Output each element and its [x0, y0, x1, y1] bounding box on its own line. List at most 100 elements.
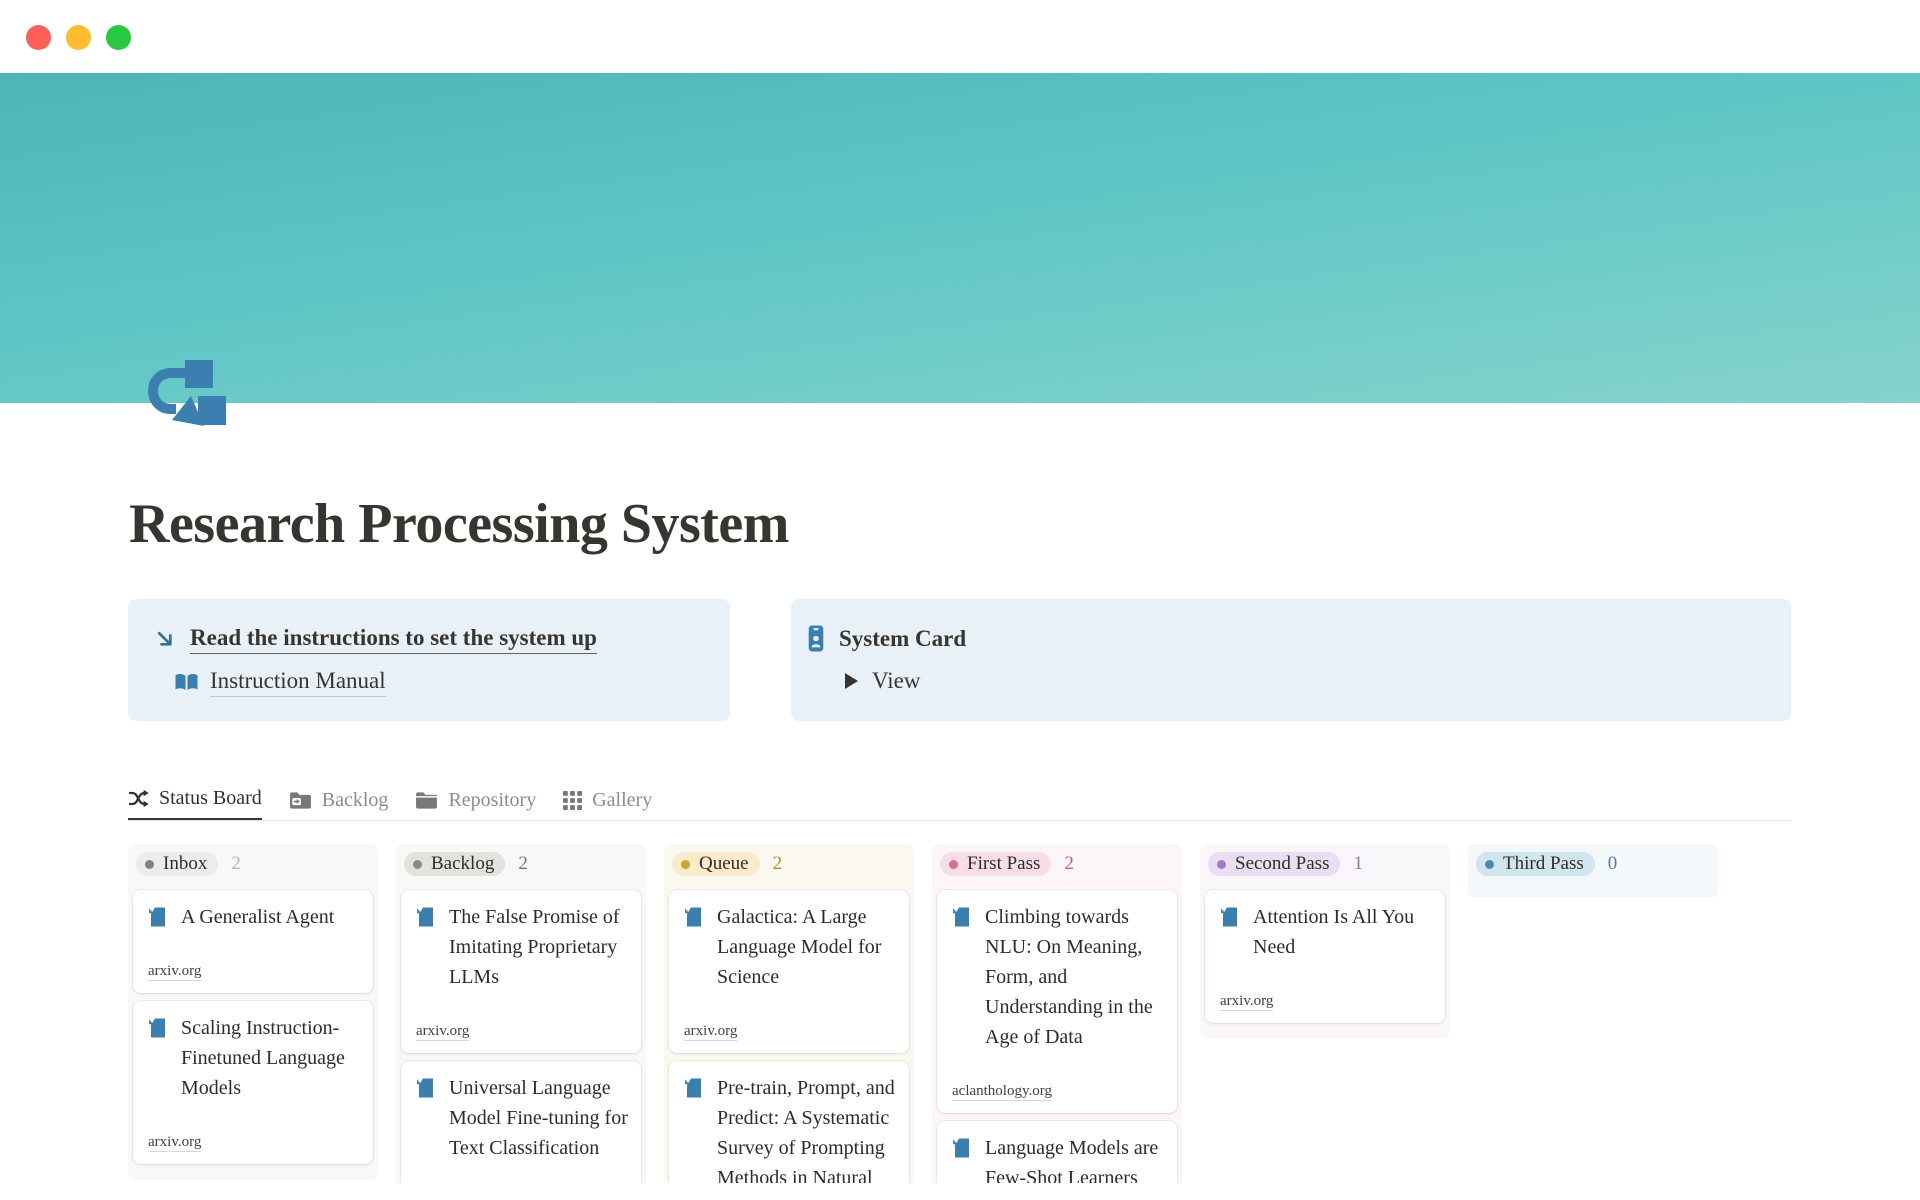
open-book-icon — [174, 672, 199, 694]
board-column-second-pass: Second Pass 1 Attention Is All You Need arx… — [1200, 844, 1450, 1039]
column-name: Inbox — [163, 853, 207, 875]
column-count: 1 — [1353, 853, 1363, 875]
column-name: Queue — [699, 853, 749, 875]
column-header: Second Pass 1 — [1208, 852, 1445, 876]
column-count: 0 — [1608, 853, 1618, 875]
document-icon — [416, 907, 434, 992]
document-icon — [952, 907, 970, 1052]
status-board: Inbox2A Generalist Agentarxiv.orgScaling… — [128, 844, 1828, 1183]
column-status-pill[interactable]: Third Pass — [1476, 852, 1595, 876]
card-title: Pre-train, Prompt, and Predict: A System… — [717, 1073, 896, 1183]
system-card-heading: System Card — [839, 626, 966, 652]
status-dot-icon — [1485, 860, 1494, 869]
document-icon — [148, 907, 166, 927]
column-name: Third Pass — [1503, 853, 1584, 875]
column-status-pill[interactable]: First Pass — [940, 852, 1051, 876]
window-close-button[interactable] — [26, 25, 51, 50]
column-status-pill[interactable]: Inbox — [136, 852, 218, 876]
system-card-view-toggle[interactable]: View — [872, 668, 920, 694]
card-source-link[interactable]: arxiv.org — [148, 962, 201, 981]
arrow-down-right-icon — [154, 628, 177, 651]
paper-card[interactable]: Climbing towards NLU: On Meaning, Form, … — [937, 890, 1177, 1113]
document-icon — [1220, 907, 1238, 927]
page-cover-image[interactable] — [0, 73, 1920, 403]
transform-arrow-squares-icon — [145, 360, 227, 442]
tab-repository[interactable]: Repository — [415, 779, 536, 821]
instructions-callout: Read the instructions to set the system … — [128, 599, 730, 721]
column-name: Backlog — [431, 853, 494, 875]
document-icon — [684, 1078, 702, 1098]
paper-card[interactable]: Galactica: A Large Language Model for Sc… — [669, 890, 909, 1053]
document-icon — [684, 1078, 702, 1183]
board-column-backlog: Backlog 2 The False Promise of Imitating P… — [396, 844, 646, 1183]
document-icon — [416, 1078, 434, 1163]
id-badge-icon — [808, 625, 824, 652]
document-icon — [684, 907, 702, 927]
card-title: Climbing towards NLU: On Meaning, Form, … — [985, 902, 1164, 1052]
board-column-queue: Queue 2 Galactica: A Large Language Model … — [664, 844, 914, 1183]
tab-label: Gallery — [592, 789, 652, 812]
document-icon — [148, 907, 166, 932]
column-header: Queue 2 — [672, 852, 909, 876]
folder-arrow-icon — [289, 791, 312, 810]
window-titlebar — [0, 0, 1920, 73]
card-title: Universal Language Model Fine-tuning for… — [449, 1073, 628, 1163]
toggle-triangle-icon[interactable] — [845, 673, 858, 689]
grid-icon — [563, 791, 582, 810]
paper-card[interactable]: The False Promise of Imitating Proprieta… — [401, 890, 641, 1053]
status-dot-icon — [681, 860, 690, 869]
card-source-link[interactable]: arxiv.org — [684, 1022, 737, 1041]
board-column-first-pass: First Pass2Climbing towards NLU: On Mean… — [932, 844, 1182, 1183]
window-zoom-button[interactable] — [106, 25, 131, 50]
card-source-link[interactable]: arxiv.org — [148, 1133, 201, 1152]
document-icon — [684, 907, 702, 992]
column-count: 2 — [773, 853, 783, 875]
card-title: Attention Is All You Need — [1253, 902, 1432, 962]
tab-label: Backlog — [322, 789, 389, 812]
status-dot-icon — [413, 860, 422, 869]
column-status-pill[interactable]: Second Pass — [1208, 852, 1340, 876]
shuffle-icon — [128, 789, 149, 808]
instructions-link[interactable]: Read the instructions to set the system … — [190, 625, 597, 654]
tab-status-board[interactable]: Status Board — [128, 779, 262, 821]
board-column-inbox: Inbox2A Generalist Agentarxiv.orgScaling… — [128, 844, 378, 1180]
document-icon — [952, 1138, 970, 1183]
card-title: A Generalist Agent — [181, 902, 334, 932]
document-icon — [416, 1078, 434, 1098]
tab-backlog[interactable]: Backlog — [289, 779, 389, 821]
column-header: Backlog 2 — [404, 852, 641, 876]
card-title: The False Promise of Imitating Proprieta… — [449, 902, 628, 992]
column-name: First Pass — [967, 853, 1040, 875]
tab-gallery[interactable]: Gallery — [563, 779, 652, 821]
column-count: 2 — [518, 853, 528, 875]
column-count: 2 — [231, 853, 241, 875]
card-source-link[interactable]: arxiv.org — [1220, 992, 1273, 1011]
card-title: Language Models are Few-Shot Learners — [985, 1133, 1164, 1183]
card-source-link[interactable]: aclanthology.org — [952, 1082, 1052, 1101]
paper-card[interactable]: Scaling Instruction-Finetuned Language M… — [133, 1001, 373, 1164]
page-title: Research Processing System — [129, 492, 789, 556]
tabbar-divider — [128, 820, 1792, 821]
page-icon[interactable] — [145, 360, 227, 442]
paper-card[interactable]: Pre-train, Prompt, and Predict: A System… — [669, 1061, 909, 1183]
window-minimize-button[interactable] — [66, 25, 91, 50]
status-dot-icon — [949, 860, 958, 869]
paper-card[interactable]: Universal Language Model Fine-tuning for… — [401, 1061, 641, 1183]
document-icon — [1220, 907, 1238, 962]
column-status-pill[interactable]: Queue — [672, 852, 760, 876]
document-icon — [952, 907, 970, 927]
notion-page: Research Processing System Read the inst… — [0, 0, 1920, 1200]
card-source-link[interactable]: arxiv.org — [416, 1022, 469, 1041]
paper-card[interactable]: Language Models are Few-Shot Learners — [937, 1121, 1177, 1183]
paper-card[interactable]: A Generalist Agent arxiv.org — [133, 890, 373, 993]
card-title: Galactica: A Large Language Model for Sc… — [717, 902, 896, 992]
document-icon — [148, 1018, 166, 1038]
paper-card[interactable]: Attention Is All You Need arxiv.org — [1205, 890, 1445, 1023]
column-header: Third Pass 0 — [1476, 852, 1713, 876]
column-header: Inbox 2 — [136, 852, 373, 876]
status-dot-icon — [145, 860, 154, 869]
instruction-manual-link[interactable]: Instruction Manual — [210, 668, 386, 697]
system-card-callout: System Card View — [791, 599, 1791, 721]
view-tabs: Status Board Backlog — [128, 779, 1792, 823]
column-status-pill[interactable]: Backlog — [404, 852, 505, 876]
